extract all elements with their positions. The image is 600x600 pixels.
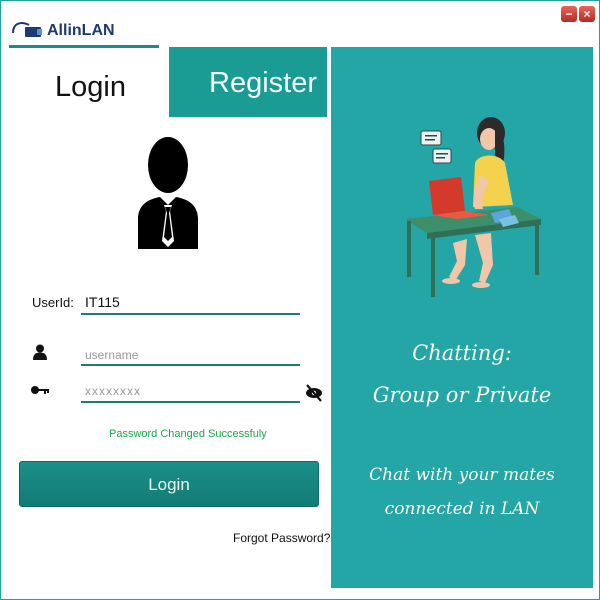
show-password-icon[interactable] (305, 383, 323, 403)
status-message: Password Changed Successfuly (109, 428, 267, 440)
forgot-password-link[interactable]: Forgot Password? (233, 531, 330, 545)
tab-register-label: Register (209, 67, 317, 99)
promo-panel: Chatting: Group or Private Chat with you… (331, 47, 593, 588)
tab-login-label: Login (55, 71, 126, 103)
promo-text-line1: Chat with your mates (369, 465, 555, 485)
userid-field[interactable]: IT115 (85, 294, 120, 310)
close-button[interactable]: × (579, 6, 595, 22)
app-logo: AllinLAN (11, 19, 115, 43)
username-underline (81, 364, 300, 366)
network-cable-icon (12, 22, 42, 37)
promo-text-line2: connected in LAN (384, 499, 540, 519)
tab-register[interactable]: Register (169, 47, 327, 117)
user-icon (33, 344, 47, 360)
login-button-label: Login (148, 475, 190, 494)
brand-underline (9, 45, 159, 48)
userid-label: UserId: (32, 295, 74, 310)
key-icon (31, 386, 49, 394)
password-input[interactable]: xxxxxxxx (85, 384, 141, 398)
tab-login[interactable]: Login (9, 51, 159, 117)
minimize-button[interactable]: − (561, 6, 577, 22)
woman-at-laptop-illustration (405, 117, 541, 297)
app-name: AllinLAN (47, 22, 115, 39)
user-avatar-icon (138, 137, 198, 249)
login-window: AllinLAN − × Login Register UserId: IT11… (0, 0, 600, 600)
username-input[interactable]: username (85, 348, 138, 362)
userid-underline (81, 313, 300, 315)
promo-heading-line1: Chatting: (412, 341, 512, 365)
password-underline (81, 401, 300, 403)
promo-heading-line2: Group or Private (372, 383, 552, 407)
login-button[interactable]: Login (19, 461, 319, 507)
